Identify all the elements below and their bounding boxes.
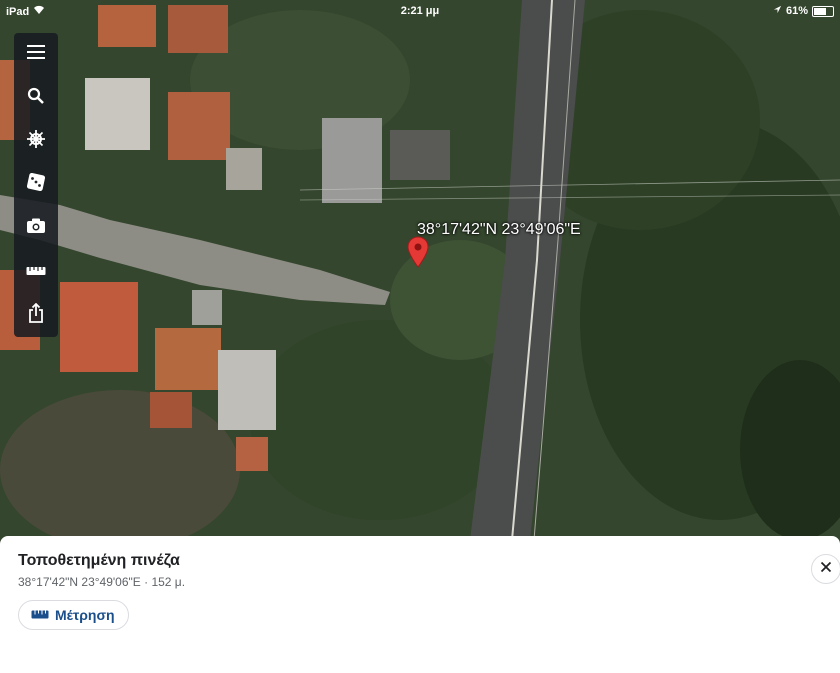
status-time: 2:21 μμ bbox=[400, 5, 440, 17]
pin-coordinate-label: 38°17'42"N 23°49'06"E bbox=[417, 221, 581, 238]
panel-title: Τοποθετημένη πινέζα bbox=[18, 552, 180, 569]
panel-subtitle: 38°17'42"N 23°49'06"E · 152 μ. bbox=[18, 575, 186, 589]
search-button[interactable] bbox=[14, 76, 58, 119]
feeling-lucky-button[interactable] bbox=[14, 163, 58, 206]
measure-button[interactable]: Μέτρηση bbox=[18, 600, 129, 630]
battery-icon bbox=[812, 5, 834, 17]
snapshot-button[interactable] bbox=[14, 207, 58, 250]
menu-button[interactable] bbox=[14, 33, 58, 76]
satellite-map[interactable]: 38°17'42"N 23°49'06"E bbox=[0, 0, 840, 540]
search-icon bbox=[27, 87, 45, 110]
camera-icon bbox=[26, 218, 46, 239]
map-toolbar bbox=[14, 33, 58, 337]
measure-tool-button[interactable] bbox=[14, 250, 58, 293]
menu-icon bbox=[27, 45, 45, 64]
measure-button-label: Μέτρηση bbox=[55, 607, 115, 623]
ruler-icon bbox=[26, 263, 46, 281]
voyager-button[interactable] bbox=[14, 120, 58, 163]
place-info-panel: Τοποθετημένη πινέζα 38°17'42"N 23°49'06"… bbox=[0, 536, 840, 673]
ruler-icon bbox=[31, 606, 49, 624]
close-panel-button[interactable] bbox=[811, 554, 840, 584]
share-button[interactable] bbox=[14, 293, 58, 336]
share-icon bbox=[28, 302, 44, 328]
dice-icon bbox=[26, 173, 46, 196]
map-imagery bbox=[0, 0, 840, 540]
battery-percent: 61% bbox=[785, 5, 808, 17]
voyager-icon bbox=[26, 129, 46, 154]
close-icon bbox=[820, 560, 832, 578]
status-bar: iPad 2:21 μμ 61% bbox=[0, 0, 840, 22]
location-arrow-icon bbox=[773, 5, 782, 17]
